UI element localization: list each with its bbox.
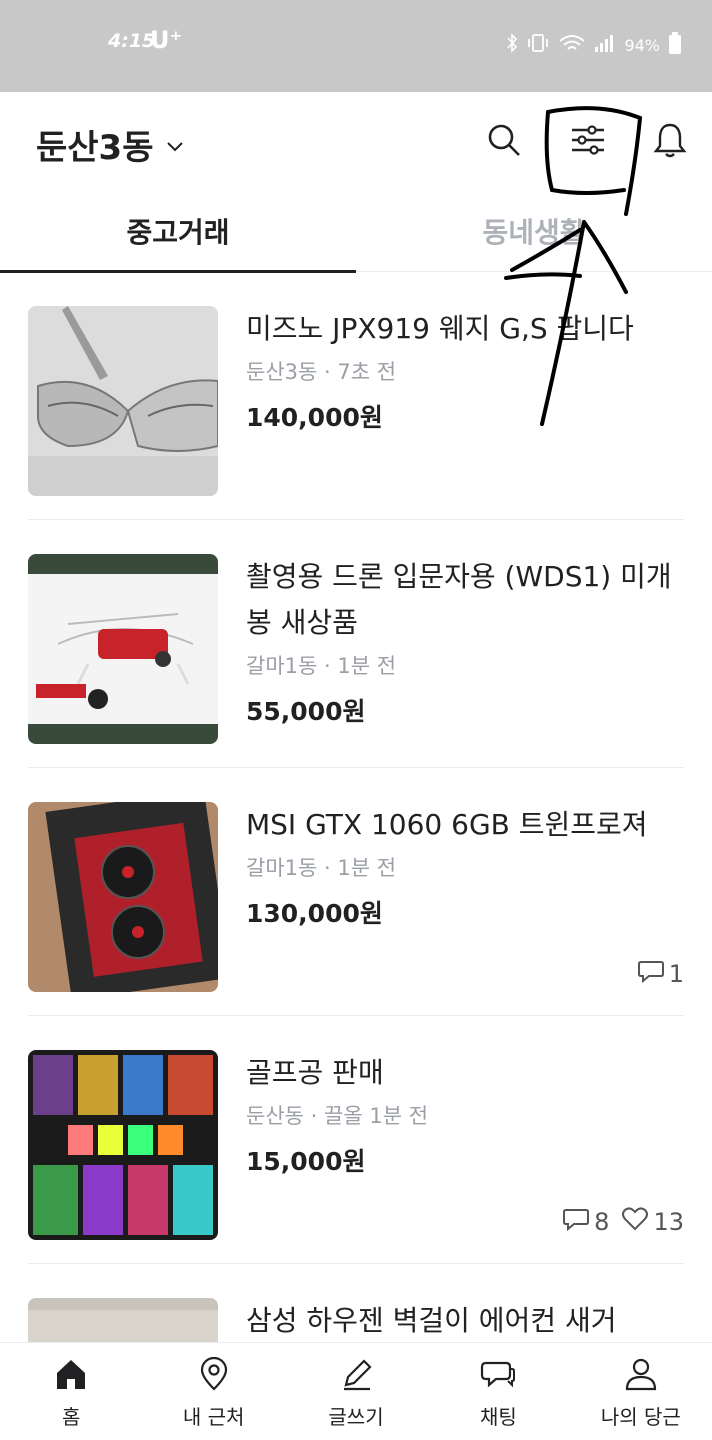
location-label: 둔산3동 (36, 128, 154, 168)
like-count: 13 (621, 1206, 684, 1238)
product-meta: 둔산동 · 끌올 1분 전 (246, 1100, 676, 1130)
product-meta: 갈마1동 · 1분 전 (246, 650, 676, 680)
app-header: 둔산3동 (0, 92, 712, 188)
product-stats: 8 13 (562, 1206, 684, 1238)
tab-used-trade[interactable]: 중고거래 (0, 190, 356, 273)
battery-icon (668, 32, 682, 58)
list-item[interactable]: 미즈노 JPX919 웨지 G,S 팝니다 둔산3동 · 7초 전 140,00… (28, 272, 684, 520)
nav-chat-label: 채팅 (480, 1405, 517, 1429)
product-info: 골프공 판매 둔산동 · 끌올 1분 전 15,000원 (246, 1050, 676, 1178)
battery-percent: 94% (624, 35, 660, 55)
location-selector[interactable]: 둔산3동 (36, 120, 184, 169)
product-meta: 둔산3동 · 7초 전 (246, 356, 676, 386)
product-info: 미즈노 JPX919 웨지 G,S 팝니다 둔산3동 · 7초 전 140,00… (246, 306, 676, 434)
product-price: 15,000원 (246, 1147, 366, 1176)
bluetooth-icon (506, 33, 518, 57)
product-meta: 갈마1동 · 1분 전 (246, 852, 676, 882)
person-icon (623, 1357, 659, 1395)
filter-icon[interactable] (568, 120, 608, 160)
status-carrier: U⁺ (150, 26, 183, 54)
nav-my-carrot[interactable]: 나의 당근 (570, 1343, 712, 1440)
status-icons: 94% (506, 32, 682, 58)
nav-write[interactable]: 글쓰기 (285, 1343, 427, 1440)
product-title: MSI GTX 1060 6GB 트윈프로져 (246, 808, 648, 841)
product-thumbnail (28, 554, 218, 744)
chevron-down-icon (166, 134, 184, 159)
chat-count-value: 8 (594, 1208, 610, 1236)
product-title: 삼성 하우젠 벽걸이 에어컨 새거 (246, 1304, 617, 1337)
nav-home-label: 홈 (62, 1405, 81, 1429)
status-time: 4:15 (108, 30, 156, 52)
product-info: 촬영용 드론 입문자용 (WDS1) 미개봉 새상품 갈마1동 · 1분 전 5… (246, 554, 676, 728)
nav-chat[interactable]: 채팅 (427, 1343, 569, 1440)
like-count-value: 13 (653, 1208, 684, 1236)
product-thumbnail (28, 1050, 218, 1240)
nav-my-carrot-label: 나의 당근 (600, 1405, 681, 1429)
chat-count: 1 (637, 958, 684, 990)
list-item[interactable]: 골프공 판매 둔산동 · 끌올 1분 전 15,000원 8 13 (28, 1016, 684, 1264)
pencil-icon (338, 1357, 374, 1395)
chat-bubble-icon (637, 958, 665, 990)
list-item[interactable]: MSI GTX 1060 6GB 트윈프로져 갈마1동 · 1분 전 130,0… (28, 768, 684, 1016)
meta-separator: · (324, 654, 331, 678)
heart-icon (621, 1206, 649, 1238)
product-title: 미즈노 JPX919 웨지 G,S 팝니다 (246, 312, 634, 345)
product-info: 삼성 하우젠 벽걸이 에어컨 새거 (246, 1298, 676, 1344)
home-icon (53, 1357, 89, 1395)
product-location: 갈마1동 (246, 856, 318, 880)
tab-bar: 중고거래 동네생활 (0, 190, 712, 273)
product-location: 갈마1동 (246, 654, 318, 678)
product-stats: 1 (637, 958, 684, 990)
product-location: 둔산3동 (246, 360, 318, 384)
product-time: 끌올 1분 전 (324, 1104, 429, 1128)
nav-nearby[interactable]: 내 근처 (142, 1343, 284, 1440)
product-price: 55,000원 (246, 697, 366, 726)
wifi-icon (558, 33, 586, 57)
product-location: 둔산동 (246, 1104, 304, 1128)
list-item[interactable]: 촬영용 드론 입문자용 (WDS1) 미개봉 새상품 갈마1동 · 1분 전 5… (28, 520, 684, 768)
tab-neighborhood[interactable]: 동네생활 (356, 190, 712, 272)
search-icon[interactable] (484, 120, 524, 160)
location-pin-icon (196, 1356, 232, 1395)
nav-home[interactable]: 홈 (0, 1343, 142, 1440)
product-thumbnail (28, 802, 218, 992)
product-time: 1분 전 (337, 856, 397, 880)
product-price: 130,000원 (246, 899, 383, 928)
signal-icon (594, 33, 616, 57)
product-price: 140,000원 (246, 403, 383, 432)
bell-icon[interactable] (650, 120, 690, 160)
product-time: 7초 전 (337, 360, 397, 384)
meta-separator: · (324, 856, 331, 880)
vibrate-icon (526, 33, 550, 57)
chat-count-value: 1 (668, 960, 684, 988)
chat-icon (480, 1357, 516, 1395)
bottom-navigation: 홈 내 근처 글쓰기 채팅 나의 당근 (0, 1342, 712, 1440)
meta-separator: · (324, 360, 331, 384)
product-time: 1분 전 (337, 654, 397, 678)
nav-write-label: 글쓰기 (328, 1405, 384, 1429)
product-title: 촬영용 드론 입문자용 (WDS1) 미개봉 새상품 (246, 560, 672, 639)
product-info: MSI GTX 1060 6GB 트윈프로져 갈마1동 · 1분 전 130,0… (246, 802, 676, 930)
product-title: 골프공 판매 (246, 1056, 384, 1089)
meta-separator: · (310, 1104, 318, 1128)
chat-bubble-icon (562, 1206, 590, 1238)
status-bar: 4:15 U⁺ 94% (0, 0, 712, 92)
product-thumbnail (28, 306, 218, 496)
chat-count: 8 (562, 1206, 609, 1238)
nav-nearby-label: 내 근처 (182, 1405, 245, 1429)
